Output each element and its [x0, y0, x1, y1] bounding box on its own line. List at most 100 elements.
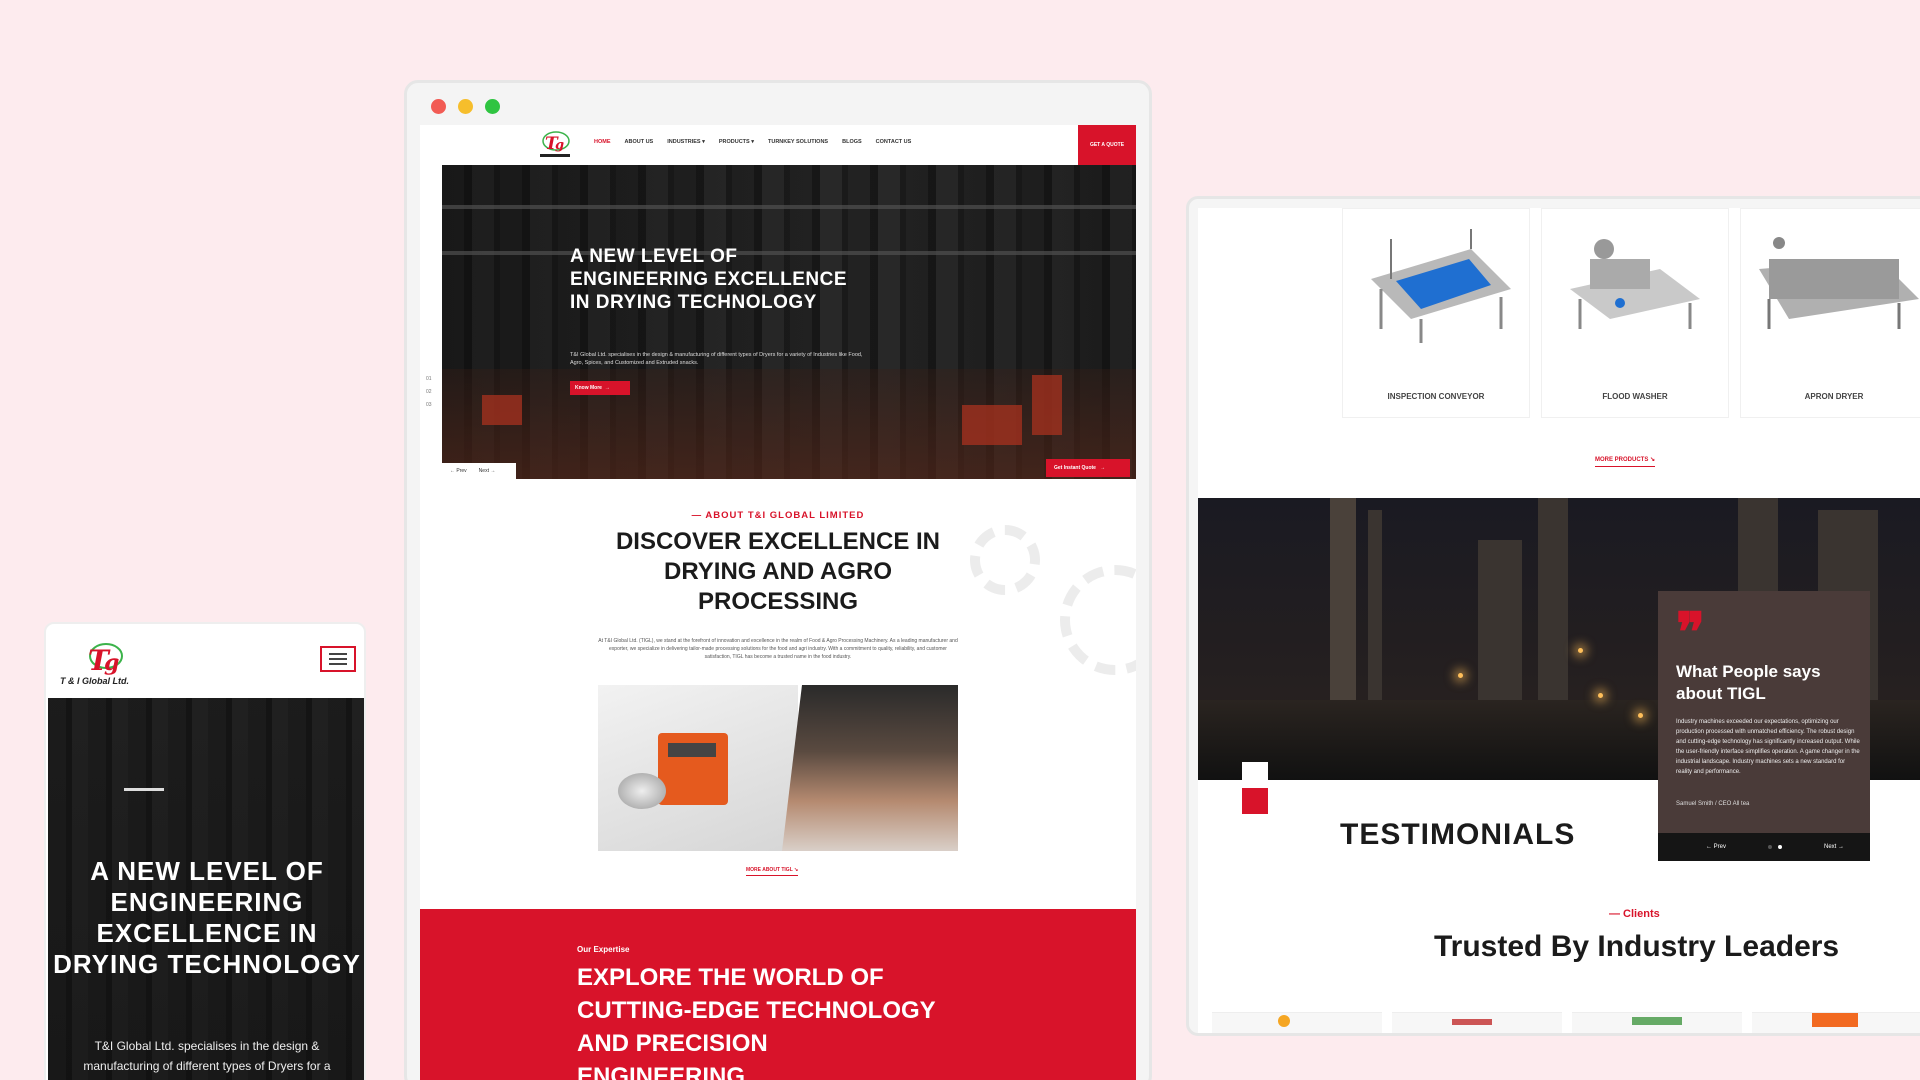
client-logos: [1212, 1012, 1920, 1033]
minimize-dot-icon[interactable]: [458, 99, 473, 114]
testimonial-pagination: [1768, 845, 1782, 849]
instant-quote-button[interactable]: Get Instant Quote →: [1046, 459, 1130, 477]
pagination-dot-active[interactable]: [1778, 845, 1782, 849]
nav-turnkey[interactable]: TURNKEY SOLUTIONS: [768, 139, 828, 145]
hamburger-menu-icon[interactable]: [320, 646, 356, 672]
expertise-section: Our Expertise EXPLORE THE WORLD OF CUTTI…: [420, 909, 1136, 1080]
hero-accent-line: [124, 788, 164, 791]
clients-label: — Clients: [1609, 908, 1660, 920]
desktop-mockup: T g HOME ABOUT US INDUSTRIES ▾ PRODUCTS …: [404, 80, 1152, 1080]
instant-quote-label: Get Instant Quote: [1054, 465, 1096, 471]
clients-title: Trusted By Industry Leaders: [1434, 930, 1840, 963]
decor-square-red: [1242, 788, 1268, 814]
more-about-link[interactable]: MORE ABOUT TIGL ↘: [746, 867, 799, 876]
city-building: [1368, 510, 1382, 710]
mobile-hero: A NEW LEVEL OF ENGINEERING EXCELLENCE IN…: [48, 698, 364, 1080]
mobile-hero-text: T&I Global Ltd. specialises in the desig…: [79, 1039, 336, 1080]
testimonial-author: Samuel Smith / CEO All tea: [1676, 801, 1750, 807]
pagination-dot[interactable]: [1768, 845, 1772, 849]
apron-dryer-image: [1759, 237, 1919, 329]
client-logo: [1572, 1012, 1742, 1033]
slide-index-1[interactable]: 01: [426, 373, 432, 386]
products-mockup: INSPECTION CONVEYOR FLOOD WASHER APRON D…: [1186, 196, 1920, 1036]
know-more-button[interactable]: Know More →: [570, 381, 630, 395]
street-light: [1458, 673, 1463, 678]
city-building: [1478, 540, 1522, 710]
about-image: [598, 685, 958, 851]
top-nav: T g HOME ABOUT US INDUSTRIES ▾ PRODUCTS …: [420, 125, 1136, 165]
street-light: [1578, 648, 1583, 653]
hero-machine: [1032, 375, 1062, 435]
product-name: APRON DRYER: [1804, 392, 1864, 401]
client-logo: [1752, 1012, 1920, 1033]
decor-square: [1242, 762, 1268, 788]
client-logo-mark: [1812, 1013, 1858, 1027]
tigl-logo-icon[interactable]: T g: [538, 129, 572, 161]
flood-washer-image: [1570, 239, 1700, 329]
next-button[interactable]: Next →: [479, 468, 496, 474]
product-name: FLOOD WASHER: [1602, 392, 1668, 401]
product-card[interactable]: INSPECTION CONVEYOR: [1342, 208, 1530, 418]
street-light: [1598, 693, 1603, 698]
dryer-drum: [618, 773, 666, 809]
mobile-hero-title: A NEW LEVEL OF ENGINEERING EXCELLENCE IN…: [53, 856, 361, 979]
testimonial-heading: What People says about TIGL: [1676, 662, 1821, 703]
testimonial-text: Industry machines exceeded our expectati…: [1676, 719, 1860, 775]
testimonial-next-button[interactable]: Next →: [1824, 844, 1844, 850]
nav-blogs[interactable]: BLOGS: [842, 139, 862, 145]
dryer-machine-image: [598, 685, 798, 851]
hero-beam: [442, 205, 1136, 209]
nav-home[interactable]: HOME: [594, 139, 611, 145]
client-logo: [1392, 1012, 1562, 1033]
nav-about[interactable]: ABOUT US: [625, 139, 654, 145]
testimonial-controls: ← Prev Next →: [1658, 833, 1870, 861]
prev-button[interactable]: ← Prev: [450, 468, 467, 474]
mobile-mockup: T g T & I Global Ltd. A NEW LEVEL OF ENG…: [44, 622, 366, 1080]
hero-machine: [962, 405, 1022, 445]
nav-contact[interactable]: CONTACT US: [876, 139, 912, 145]
testimonial-prev-button[interactable]: ← Prev: [1706, 844, 1726, 850]
testimonials-title: TESTIMONIALS: [1340, 818, 1576, 851]
slide-index-3[interactable]: 03: [426, 399, 432, 412]
quote-mark-icon: ❞: [1676, 600, 1706, 664]
expertise-label: Our Expertise: [577, 945, 630, 954]
svg-text:g: g: [555, 138, 564, 153]
city-building: [1538, 498, 1568, 710]
client-logo: [1212, 1012, 1382, 1033]
desktop-site: T g HOME ABOUT US INDUSTRIES ▾ PRODUCTS …: [420, 125, 1136, 1080]
hero-description: T&I Global Ltd. specialises in the desig…: [570, 352, 863, 366]
product-card[interactable]: APRON DRYER: [1740, 208, 1920, 418]
svg-text:g: g: [104, 650, 119, 676]
hero-title: A NEW LEVEL OF ENGINEERING EXCELLENCE IN…: [570, 246, 848, 313]
about-section: — ABOUT T&I GLOBAL LIMITED DISCOVER EXCE…: [420, 510, 1136, 661]
get-quote-button[interactable]: GET A QUOTE: [1078, 125, 1136, 165]
product-name: INSPECTION CONVEYOR: [1387, 392, 1485, 401]
about-eyebrow: — ABOUT T&I GLOBAL LIMITED: [691, 510, 865, 521]
nav-products[interactable]: PRODUCTS ▾: [719, 139, 754, 145]
city-building: [1330, 498, 1356, 710]
hero-banner: A NEW LEVEL OF ENGINEERING EXCELLENCE IN…: [442, 165, 1136, 479]
maximize-dot-icon[interactable]: [485, 99, 500, 114]
nav-links: HOME ABOUT US INDUSTRIES ▾ PRODUCTS ▾ TU…: [594, 139, 911, 145]
hero-machine: [482, 395, 522, 425]
mobile-brand-name: T & I Global Ltd.: [60, 676, 129, 686]
client-logo-mark: [1452, 1019, 1492, 1025]
slide-indicators: 01 02 03: [426, 373, 432, 412]
close-dot-icon[interactable]: [431, 99, 446, 114]
about-title: DISCOVER EXCELLENCE IN DRYING AND AGRO P…: [615, 528, 941, 615]
products-site: INSPECTION CONVEYOR FLOOD WASHER APRON D…: [1198, 208, 1920, 1033]
slider-nav: ← Prev Next →: [442, 463, 516, 479]
client-logo-mark: [1278, 1015, 1290, 1027]
client-logo-mark: [1632, 1017, 1682, 1025]
about-body: At T&I Global Ltd. (TIGL), we stand at t…: [598, 638, 958, 660]
nav-industries[interactable]: INDUSTRIES ▾: [667, 139, 705, 145]
street-light: [1638, 713, 1643, 718]
slide-index-2[interactable]: 02: [426, 386, 432, 399]
know-more-label: Know More: [575, 385, 602, 391]
testimonial-card: ❞ What People says about TIGL Industry m…: [1658, 591, 1870, 861]
inspection-conveyor-image: [1371, 229, 1511, 343]
product-card[interactable]: FLOOD WASHER: [1541, 208, 1729, 418]
dryer-machine: [658, 733, 728, 805]
window-controls: [431, 99, 500, 114]
more-products-link[interactable]: MORE PRODUCTS ↘: [1595, 456, 1656, 467]
